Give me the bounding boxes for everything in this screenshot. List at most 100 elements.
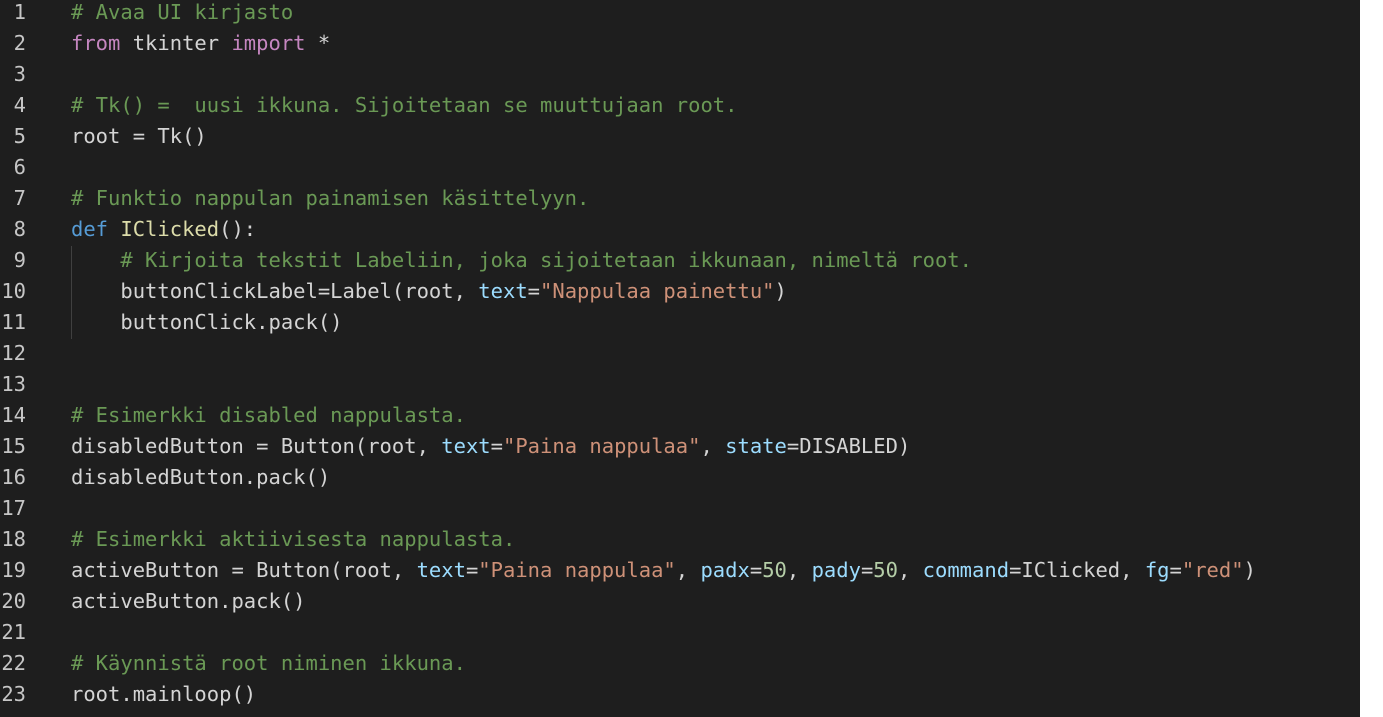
code-line[interactable]: 1 # Avaa UI kirjasto <box>0 0 1360 28</box>
code-line[interactable]: 6 <box>0 152 1360 183</box>
code-line[interactable]: 10 buttonClickLabel=Label(root, text="Na… <box>0 276 1360 307</box>
code-text: disabledButton = Button(root, text="Pain… <box>71 431 910 462</box>
code-line[interactable]: 23 root.mainloop() <box>0 679 1360 710</box>
code-token: root = Tk() <box>71 124 207 148</box>
code-token: , <box>786 558 812 582</box>
code-token: "Nappulaa painettu" <box>540 279 775 303</box>
code-token: buttonClickLabel=Label(root, <box>71 279 479 303</box>
code-token: activeButton.pack() <box>71 589 306 613</box>
code-line[interactable]: 5 root = Tk() <box>0 121 1360 152</box>
code-token: "Paina nappulaa" <box>478 558 676 582</box>
line-number: 7 <box>13 186 26 210</box>
code-text: root = Tk() <box>71 121 207 152</box>
code-token: fg <box>1144 558 1170 582</box>
code-token: text <box>478 279 528 303</box>
code-token: state <box>725 434 787 458</box>
code-editor[interactable]: 1 # Avaa UI kirjasto 2 from tkinter import … <box>0 0 1360 717</box>
code-text: buttonClickLabel=Label(root, text="Nappu… <box>71 276 787 307</box>
line-number: 21 <box>1 620 26 644</box>
code-token: # Funktio nappulan painamisen käsittelyy… <box>71 186 590 210</box>
code-token: = <box>465 558 479 582</box>
code-line[interactable]: 21 <box>0 617 1360 648</box>
line-number: 5 <box>13 124 26 148</box>
line-number: 6 <box>13 155 26 179</box>
line-number: 14 <box>1 403 26 427</box>
line-number: 9 <box>13 248 26 272</box>
code-line[interactable]: 8 def IClicked(): <box>0 214 1360 245</box>
code-line[interactable]: 19 activeButton = Button(root, text="Pain… <box>0 555 1360 586</box>
code-token: IClicked <box>120 217 220 241</box>
line-number: 23 <box>1 682 26 706</box>
code-token: (): <box>219 217 257 241</box>
code-line[interactable]: 20 activeButton.pack() <box>0 586 1360 617</box>
code-token: padx <box>700 558 750 582</box>
code-token: "red" <box>1181 558 1244 582</box>
line-number: 22 <box>1 651 26 675</box>
code-token: 50 <box>762 558 787 582</box>
code-line[interactable]: 3 <box>0 59 1360 90</box>
code-line[interactable]: 16 disabledButton.pack() <box>0 462 1360 493</box>
code-text: activeButton.pack() <box>71 586 306 617</box>
code-text: activeButton = Button(root, text="Paina … <box>71 555 1256 586</box>
code-line[interactable]: 13 <box>0 369 1360 400</box>
code-line[interactable]: 9 # Kirjoita tekstit Labeliin, joka sijo… <box>0 245 1360 276</box>
code-token: , <box>675 558 701 582</box>
code-line[interactable]: 7 # Funktio nappulan painamisen käsittely… <box>0 183 1360 214</box>
line-number: 1 <box>13 0 26 24</box>
code-text: buttonClick.pack() <box>71 307 342 338</box>
code-token: tkinter <box>120 31 232 55</box>
line-number: 8 <box>13 217 26 241</box>
code-token: =IClicked, <box>1009 558 1145 582</box>
code-text: from tkinter import * <box>71 28 330 59</box>
code-token: # Kirjoita tekstit Labeliin, joka sijoit… <box>120 248 972 272</box>
code-text: disabledButton.pack() <box>71 462 330 493</box>
code-text: # Käynnistä root niminen ikkuna. <box>71 648 466 679</box>
code-token: ) <box>1243 558 1256 582</box>
code-token: # Käynnistä root niminen ikkuna. <box>71 651 466 675</box>
line-number: 15 <box>1 434 26 458</box>
code-token: # Avaa UI kirjasto <box>71 0 294 24</box>
line-number: 17 <box>1 496 26 520</box>
line-number: 13 <box>1 372 26 396</box>
code-text: # Funktio nappulan painamisen käsittelyy… <box>71 183 589 214</box>
line-number: 4 <box>13 93 26 117</box>
code-token: = <box>490 434 503 458</box>
code-token: command <box>922 558 1010 582</box>
code-line[interactable]: 22 # Käynnistä root niminen ikkuna. <box>0 648 1360 679</box>
line-number: 10 <box>1 279 26 303</box>
code-token: disabledButton = Button(root, <box>71 434 442 458</box>
line-number: 2 <box>13 31 26 55</box>
line-number: 20 <box>1 589 26 613</box>
code-token: import <box>231 31 306 55</box>
code-line[interactable]: 11 buttonClick.pack() <box>0 307 1360 338</box>
code-token: = <box>749 558 763 582</box>
code-token: ) <box>774 279 787 303</box>
code-token: # Esimerkki disabled nappulasta. <box>71 403 466 427</box>
code-token: text <box>416 558 466 582</box>
code-token: = <box>860 558 874 582</box>
code-line[interactable]: 17 <box>0 493 1360 524</box>
code-text: # Esimerkki aktiivisesta nappulasta. <box>71 524 515 555</box>
code-token: = <box>527 279 541 303</box>
code-line[interactable]: 4 # Tk() = uusi ikkuna. Sijoitetaan se mu… <box>0 90 1360 121</box>
code-line[interactable]: 12 <box>0 338 1360 369</box>
code-token: disabledButton.pack() <box>71 465 331 489</box>
line-number: 11 <box>1 310 26 334</box>
code-token: * <box>305 31 331 55</box>
code-token: "Paina nappulaa" <box>502 434 701 458</box>
code-text: # Tk() = uusi ikkuna. Sijoitetaan se muu… <box>71 90 737 121</box>
code-token: root.mainloop() <box>71 682 257 706</box>
code-text: root.mainloop() <box>71 679 256 710</box>
code-line[interactable]: 15 disabledButton = Button(root, text="Pa… <box>0 431 1360 462</box>
code-line[interactable]: 18 # Esimerkki aktiivisesta nappulasta. <box>0 524 1360 555</box>
code-token: =DISABLED) <box>786 434 911 458</box>
code-line[interactable]: 14 # Esimerkki disabled nappulasta. <box>0 400 1360 431</box>
line-number: 18 <box>1 527 26 551</box>
code-token: , <box>897 558 923 582</box>
code-token: 50 <box>873 558 898 582</box>
code-line[interactable]: 2 from tkinter import * <box>0 28 1360 59</box>
code-text: # Avaa UI kirjasto <box>71 0 293 28</box>
code-token: # Esimerkki aktiivisesta nappulasta. <box>71 527 516 551</box>
